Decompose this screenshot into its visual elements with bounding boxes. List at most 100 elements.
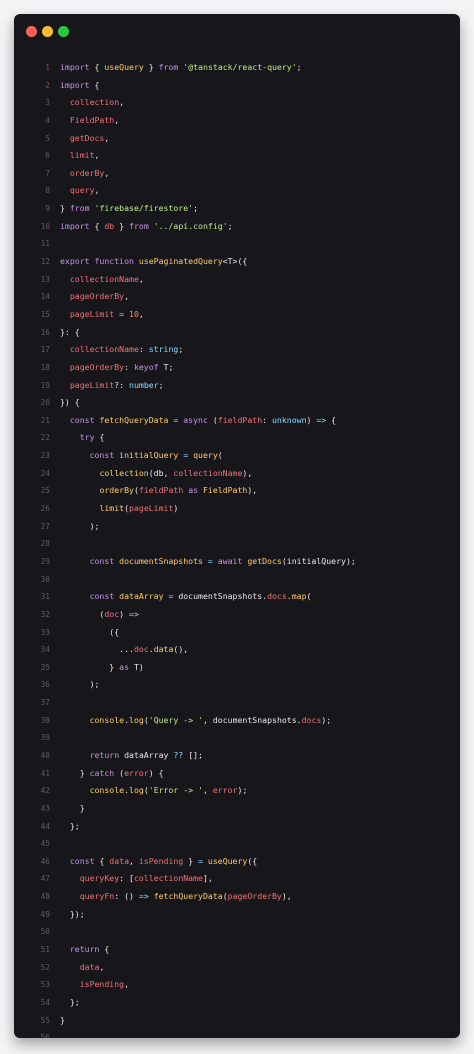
- line-number: 35: [40, 662, 50, 672]
- code-token: ),: [242, 467, 253, 478]
- code-token: {: [104, 944, 110, 955]
- code-token: pageOrderBy: [69, 291, 125, 302]
- code-line: 7 orderBy,: [14, 165, 460, 183]
- code-text: orderBy(fieldPath as FieldPath),: [60, 482, 257, 500]
- code-text: queryKey: [collectionName],: [60, 870, 213, 888]
- code-token: ): [306, 414, 317, 425]
- line-number: 31: [40, 592, 50, 602]
- code-token: as: [183, 485, 203, 496]
- code-text: }: [60, 800, 85, 818]
- code-token: ??: [173, 749, 189, 760]
- code-line: 1 import { useQuery } from '@tanstack/rea…: [14, 59, 460, 77]
- code-text: import { db } from '../api.config';: [60, 218, 233, 236]
- code-token: }: {: [60, 326, 80, 337]
- code-token: ,: [94, 150, 100, 161]
- code-token: ;: [158, 379, 164, 390]
- code-line: 48 queryFn: () => fetchQueryData(pageOrd…: [14, 888, 460, 906]
- code-line: 18 pageOrderBy: keyof T;: [14, 359, 460, 377]
- code-text: }) {: [60, 394, 80, 412]
- code-token: isPending: [138, 855, 184, 866]
- code-token: =: [114, 308, 130, 319]
- code-token: 10: [129, 308, 139, 319]
- line-number: 39: [40, 733, 50, 743]
- code-text: collection(db, collectionName),: [60, 465, 252, 483]
- code-editor[interactable]: 1 import { useQuery } from '@tanstack/rea…: [14, 59, 460, 1038]
- code-line: 50: [14, 923, 460, 941]
- code-token: {: [99, 855, 110, 866]
- code-token: isPending: [79, 979, 125, 990]
- minimize-window-dot-icon[interactable]: [42, 26, 53, 37]
- code-token: {: [94, 62, 105, 72]
- code-text: data,: [60, 959, 105, 977]
- code-line: 23 const initialQuery = query(: [14, 447, 460, 465]
- code-text: const initialQuery = query(: [60, 447, 223, 465]
- code-line: 40 return dataArray ?? [];: [14, 747, 460, 765]
- code-token: );: [321, 714, 332, 725]
- line-number: 44: [40, 821, 50, 831]
- code-token: collectionName: [69, 273, 139, 284]
- code-token: data: [79, 961, 100, 972]
- line-number: 13: [40, 274, 50, 284]
- code-line: 30: [14, 571, 460, 589]
- code-token: ({: [60, 626, 120, 637]
- code-token: =: [202, 555, 218, 566]
- code-line: 42 console.log('Error -> ', error);: [14, 782, 460, 800]
- code-text: const fetchQueryData = async (fieldPath:…: [60, 412, 336, 430]
- code-token: number: [129, 379, 159, 390]
- code-token: ),: [281, 891, 292, 902]
- line-number: 48: [40, 892, 50, 902]
- code-token: collectionName: [133, 873, 203, 884]
- line-number: 18: [40, 362, 50, 372]
- code-line: 37: [14, 694, 460, 712]
- code-text: } as T): [60, 659, 144, 677]
- close-window-dot-icon[interactable]: [26, 26, 37, 37]
- code-token: const: [89, 450, 120, 461]
- code-token: FieldPath: [69, 114, 115, 125]
- code-token: export function: [60, 256, 139, 267]
- code-line: 11: [14, 235, 460, 253]
- line-number: 28: [40, 539, 50, 549]
- code-token: FieldPath: [202, 485, 248, 496]
- code-token: [];: [188, 749, 203, 760]
- code-text: };: [60, 818, 80, 836]
- code-text: export function usePaginatedQuery<T>({: [60, 253, 247, 271]
- code-token: }) {: [60, 397, 80, 408]
- code-token: }: [183, 855, 199, 866]
- line-number: 14: [40, 292, 50, 302]
- code-token: (db,: [148, 467, 174, 478]
- line-number: 34: [40, 645, 50, 655]
- line-number: 11: [40, 239, 50, 249]
- code-text: isPending,: [60, 976, 129, 994]
- code-line: 20}) {: [14, 394, 460, 412]
- code-text: return {: [60, 941, 109, 959]
- code-token: }: [60, 767, 90, 778]
- maximize-window-dot-icon[interactable]: [58, 26, 69, 37]
- code-token: ...: [60, 644, 134, 655]
- code-token: ,: [138, 273, 144, 284]
- code-text: return dataArray ?? [];: [60, 747, 203, 765]
- code-token: map: [291, 591, 307, 602]
- code-text: query,: [60, 182, 100, 200]
- code-token: await: [217, 555, 248, 566]
- code-token: }: [60, 802, 85, 813]
- code-token: orderBy: [69, 167, 105, 178]
- code-token: (: [60, 608, 105, 619]
- line-number: 54: [40, 997, 50, 1007]
- code-token: ,: [124, 979, 130, 990]
- code-text: import {: [60, 77, 99, 95]
- code-line: 22 try {: [14, 429, 460, 447]
- code-text: import { useQuery } from '@tanstack/reac…: [60, 59, 302, 77]
- code-line: 44 };: [14, 818, 460, 836]
- code-token: console: [89, 714, 125, 725]
- code-token: error: [124, 767, 149, 778]
